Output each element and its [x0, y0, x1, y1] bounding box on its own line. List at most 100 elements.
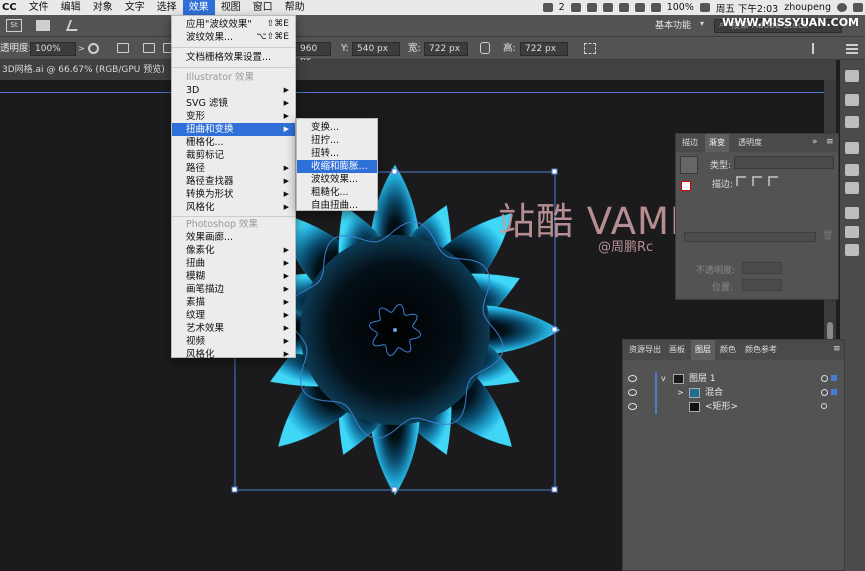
- submenu-item[interactable]: 变换...: [297, 121, 377, 134]
- submenu-item[interactable]: 收缩和膨胀...: [297, 160, 377, 173]
- tab-color[interactable]: 颜色: [716, 340, 740, 360]
- layer-row[interactable]: v 图层 1: [623, 372, 844, 386]
- collapse-icon[interactable]: »: [812, 137, 818, 147]
- layer-name[interactable]: 图层 1: [689, 372, 716, 386]
- tab-stroke[interactable]: 描边: [678, 134, 702, 152]
- menu-effect[interactable]: 效果: [182, 0, 215, 15]
- submenu-item[interactable]: 扭拧...: [297, 134, 377, 147]
- panel-menu-icon[interactable]: ≡: [833, 344, 841, 354]
- target-icon[interactable]: [821, 389, 828, 396]
- tab-color-guide[interactable]: 颜色参考: [741, 340, 781, 360]
- menu-item[interactable]: 路径 ▶: [172, 162, 295, 175]
- menu-file[interactable]: 文件: [23, 0, 55, 15]
- menu-item[interactable]: 画笔描边 ▶: [172, 283, 295, 296]
- menu-select[interactable]: 选择: [151, 0, 183, 15]
- opacity-field[interactable]: [742, 262, 782, 274]
- layer-row[interactable]: <矩形>: [623, 400, 844, 414]
- feather-icon[interactable]: [65, 20, 82, 31]
- submenu-item[interactable]: 扭转...: [297, 147, 377, 160]
- layers-panel-icon[interactable]: [845, 244, 859, 256]
- fill-swatch[interactable]: [681, 181, 691, 191]
- layer-row[interactable]: > 混合: [623, 386, 844, 400]
- symbols-icon[interactable]: [845, 116, 859, 128]
- submenu-item[interactable]: 波纹效果...: [297, 173, 377, 186]
- menu-edit[interactable]: 编辑: [55, 0, 87, 15]
- menu-item[interactable]: 栅格化...: [172, 136, 295, 149]
- gradient-slider[interactable]: [684, 232, 816, 242]
- appearance-icon[interactable]: [845, 226, 859, 238]
- menu-item[interactable]: 效果画廊...: [172, 231, 295, 244]
- width-field[interactable]: 722 px: [424, 42, 468, 56]
- menu-item[interactable]: 转换为形状 ▶: [172, 188, 295, 201]
- menu-item[interactable]: SVG 滤镜 ▶: [172, 97, 295, 110]
- menu-help[interactable]: 帮助: [279, 0, 311, 15]
- menu-object[interactable]: 对象: [87, 0, 119, 15]
- disclosure-icon[interactable]: >: [677, 386, 684, 400]
- graphic-styles-icon[interactable]: [845, 207, 859, 219]
- panel-menu-icon[interactable]: [846, 43, 858, 54]
- menu-item[interactable]: 风格化 ▶: [172, 348, 295, 361]
- libraries-icon[interactable]: [845, 70, 859, 82]
- menu-item[interactable]: 裁剪标记: [172, 149, 295, 162]
- eye-icon[interactable]: [628, 389, 637, 396]
- app-menu[interactable]: CC: [0, 0, 23, 15]
- menu-item[interactable]: 纹理 ▶: [172, 309, 295, 322]
- y-field[interactable]: 540 px: [352, 42, 400, 56]
- menu-item[interactable]: 素描 ▶: [172, 296, 295, 309]
- submenu-item[interactable]: 粗糙化...: [297, 186, 377, 199]
- arrange-icon[interactable]: [812, 43, 824, 54]
- link-icon[interactable]: [480, 42, 490, 54]
- position-field[interactable]: [742, 279, 782, 291]
- x-field[interactable]: 960 px: [295, 42, 331, 66]
- bluetooth-icon[interactable]: [618, 3, 629, 12]
- list-icon[interactable]: [853, 3, 863, 12]
- layer-name[interactable]: <矩形>: [705, 400, 738, 414]
- evernote-icon[interactable]: [602, 3, 613, 12]
- battery-icon[interactable]: [699, 3, 710, 12]
- tab-gradient[interactable]: 渐变: [705, 134, 729, 152]
- menu-item[interactable]: 扭曲和变换 ▶: [172, 123, 295, 136]
- stock-icon[interactable]: St: [6, 19, 22, 32]
- menu-item[interactable]: 扭曲 ▶: [172, 257, 295, 270]
- search-icon[interactable]: [837, 3, 847, 12]
- layer-name[interactable]: 混合: [705, 386, 723, 400]
- document-raster-settings[interactable]: 文档栅格效果设置...: [172, 51, 295, 64]
- stroke-along-icon[interactable]: [752, 176, 762, 186]
- align-left-icon[interactable]: [143, 43, 155, 53]
- stroke-within-icon[interactable]: [736, 176, 746, 186]
- recolor-icon[interactable]: [88, 43, 99, 54]
- trash-icon[interactable]: 🗑: [822, 231, 833, 241]
- transform-icon[interactable]: [584, 43, 596, 54]
- gradient-swatch[interactable]: [680, 156, 698, 174]
- apply-last-effect[interactable]: 应用"波纹效果" ⇧⌘E: [172, 18, 295, 31]
- wifi-icon[interactable]: [634, 3, 645, 12]
- menu-view[interactable]: 视图: [215, 0, 247, 15]
- menu-item[interactable]: 艺术效果 ▶: [172, 322, 295, 335]
- user-name[interactable]: zhoupeng: [784, 2, 831, 13]
- menu-item[interactable]: 路径查找器 ▶: [172, 175, 295, 188]
- menu-window[interactable]: 窗口: [247, 0, 279, 15]
- tab-artboards[interactable]: 画板: [665, 340, 689, 360]
- last-effect[interactable]: 波纹效果... ⌥⇧⌘E: [172, 31, 295, 44]
- align-icon[interactable]: [117, 43, 129, 53]
- align-panel-icon[interactable]: [845, 142, 859, 154]
- menu-type[interactable]: 文字: [119, 0, 151, 15]
- opacity-dropdown-icon[interactable]: >: [78, 44, 85, 53]
- menu-item[interactable]: 风格化 ▶: [172, 201, 295, 214]
- scrollbar-thumb[interactable]: [827, 322, 833, 340]
- tab-layers[interactable]: 图层: [691, 340, 715, 360]
- clock[interactable]: 周五 下午2:03: [716, 1, 778, 15]
- layout-icon[interactable]: [36, 20, 50, 31]
- qq-icon[interactable]: [570, 3, 581, 12]
- eye-icon[interactable]: [628, 403, 637, 410]
- document-tab[interactable]: 3D网格.ai @ 66.67% (RGB/GPU 预览): [0, 60, 175, 80]
- menu-item[interactable]: 3D ▶: [172, 84, 295, 97]
- opacity-field[interactable]: 100%: [30, 42, 76, 56]
- gradient-panel-icon[interactable]: [845, 164, 859, 176]
- eye-icon[interactable]: [628, 375, 637, 382]
- disclosure-icon[interactable]: v: [661, 372, 666, 386]
- volume-icon[interactable]: [650, 3, 661, 12]
- menu-item[interactable]: 模糊 ▶: [172, 270, 295, 283]
- menu-item[interactable]: 像素化 ▶: [172, 244, 295, 257]
- target-icon[interactable]: [821, 375, 828, 382]
